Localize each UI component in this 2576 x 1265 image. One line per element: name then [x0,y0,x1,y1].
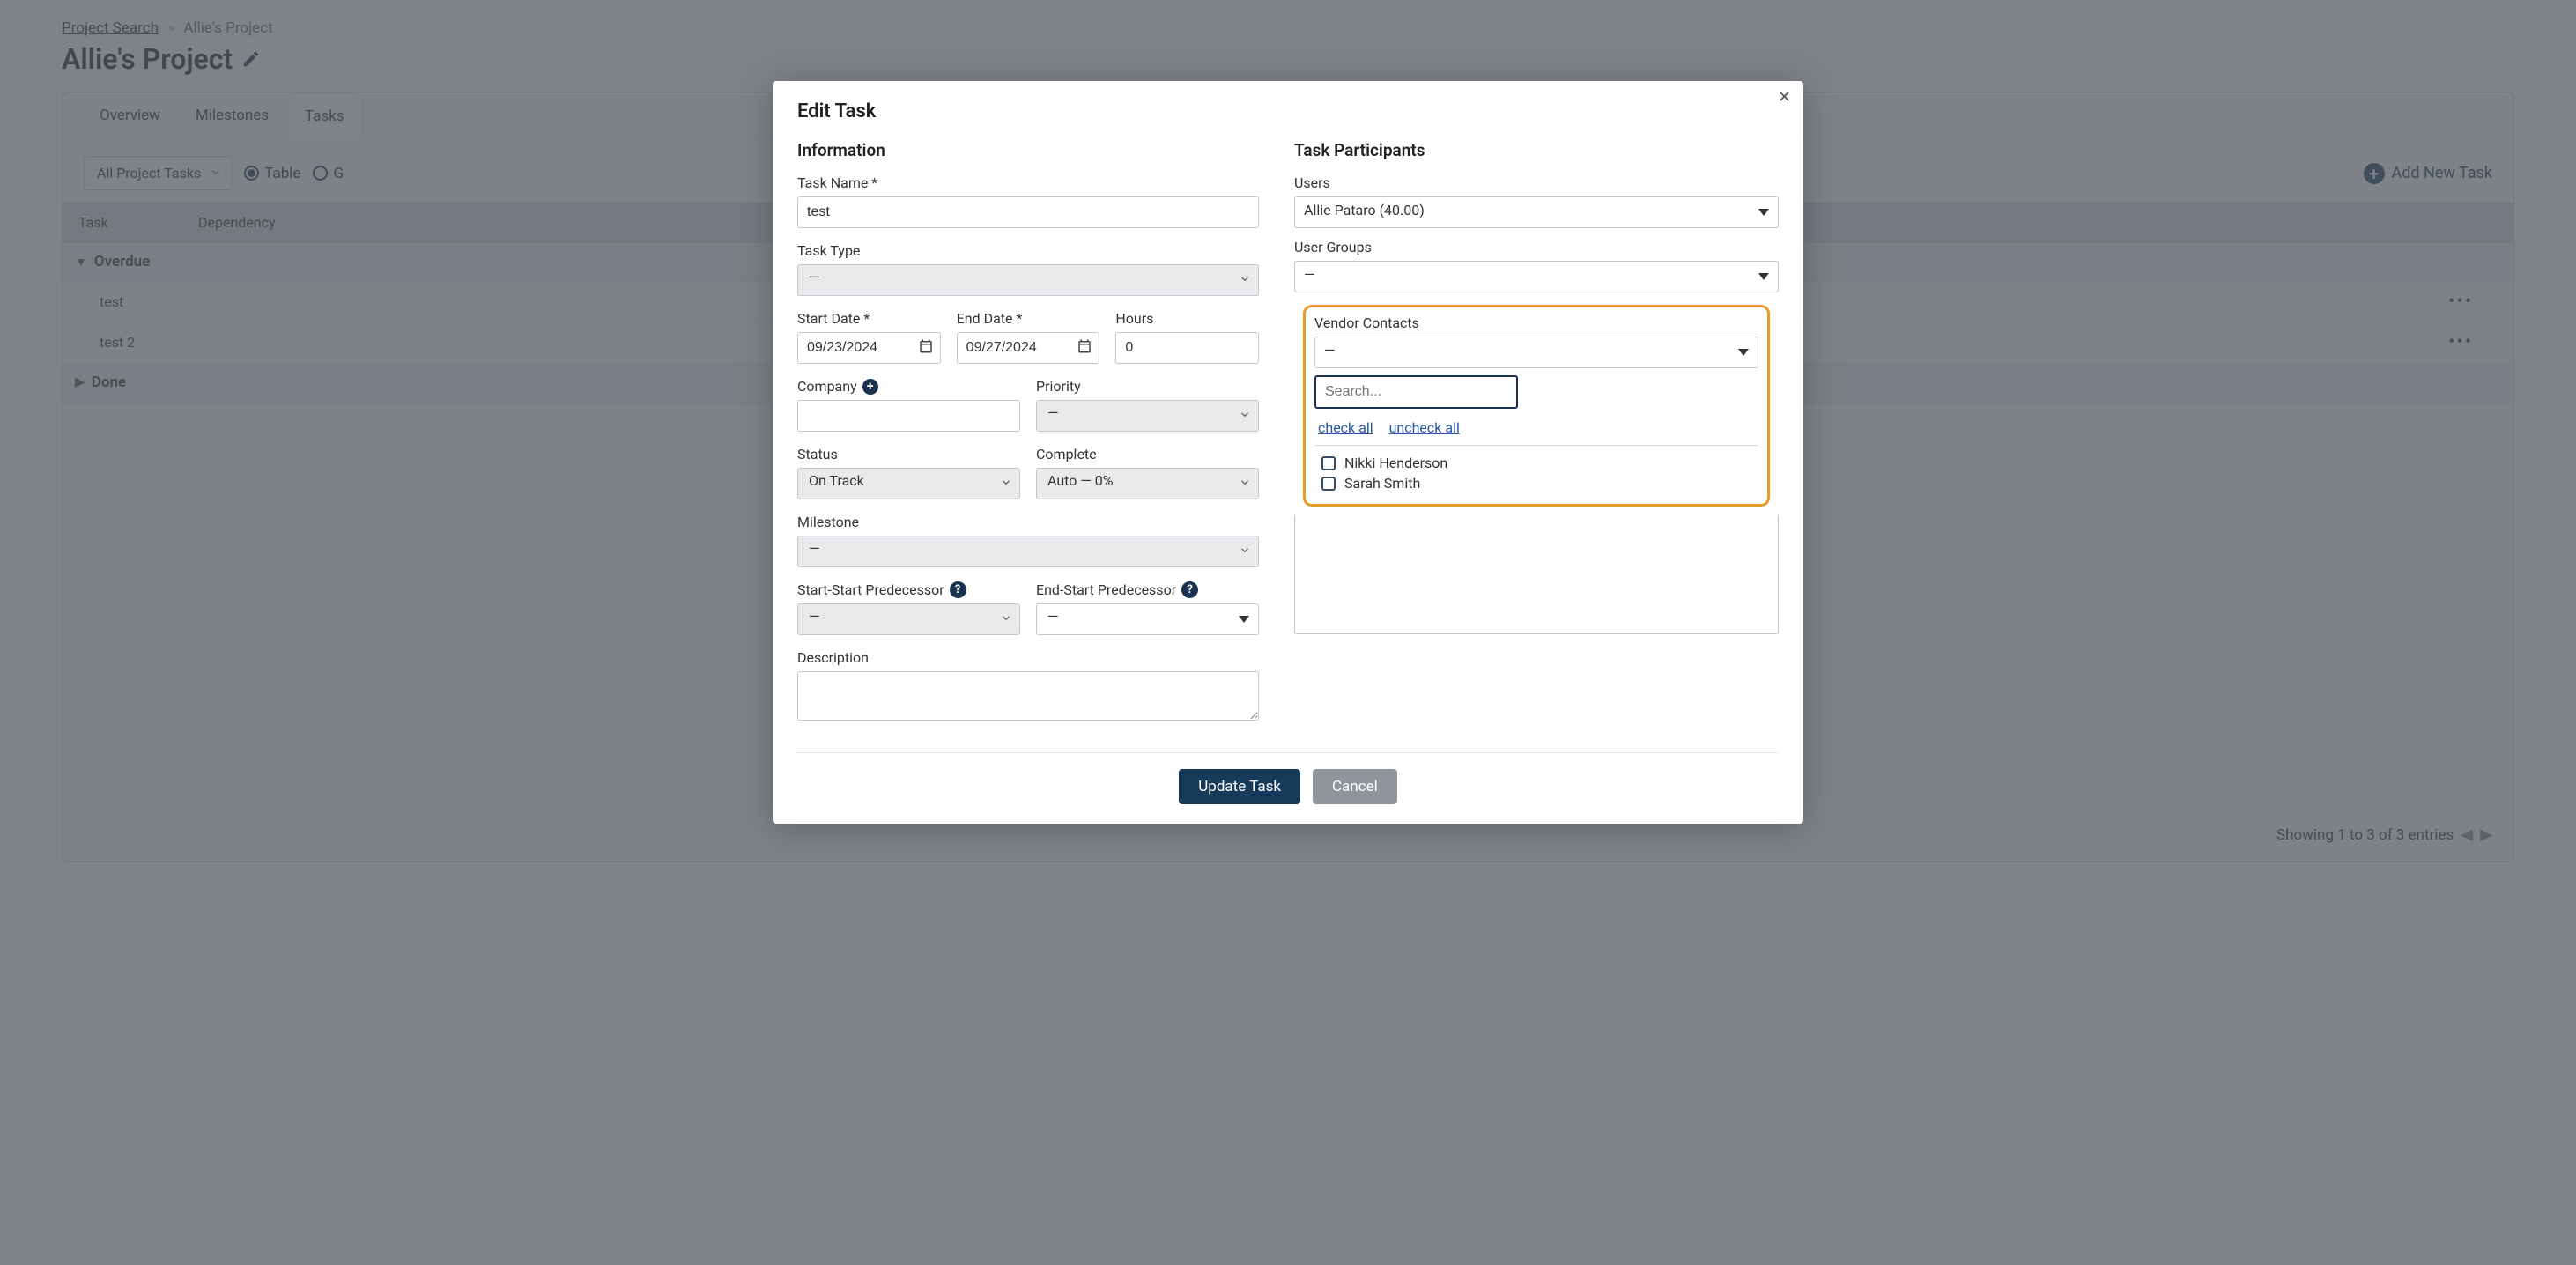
es-predecessor-select[interactable]: — [1036,603,1259,635]
task-name-label: Task Name * [797,174,1259,191]
vendor-option[interactable]: Nikki Henderson [1314,453,1758,473]
vendor-contacts-label: Vendor Contacts [1314,314,1758,331]
chevron-down-icon [1239,272,1251,289]
chevron-down-icon [1239,408,1251,425]
user-groups-value: — [1304,266,1315,283]
calendar-icon[interactable] [918,338,934,358]
vendor-contacts-value: — [1324,342,1336,359]
milestone-value: — [809,540,820,557]
priority-select[interactable]: — [1036,400,1259,432]
complete-label: Complete [1036,446,1259,462]
help-icon[interactable]: ? [1181,581,1198,598]
ss-pred-value: — [809,608,820,625]
help-icon[interactable]: ? [950,581,966,598]
chevron-down-icon [1239,544,1251,560]
checkbox-icon [1321,456,1336,470]
es-predecessor-label: End-Start Predecessor ? [1036,581,1259,598]
description-textarea[interactable] [797,671,1259,721]
task-type-select[interactable]: — [797,264,1259,296]
vendor-option[interactable]: Sarah Smith [1314,473,1758,493]
vendor-option-label: Sarah Smith [1344,475,1420,492]
modal-title: Edit Task [797,100,1779,122]
divider [797,752,1779,753]
complete-value: Auto — 0% [1047,472,1114,489]
hours-input[interactable] [1115,332,1259,364]
vendor-search-input[interactable] [1314,375,1518,409]
task-type-value: — [809,269,820,285]
plus-icon[interactable]: + [862,379,878,395]
task-name-input[interactable] [797,196,1259,228]
users-label: Users [1294,174,1779,191]
chevron-down-icon [1000,476,1012,492]
users-select[interactable]: Allie Pataro (40.00) [1294,196,1779,228]
checkbox-icon [1321,477,1336,491]
vendor-contacts-select[interactable]: — [1314,337,1758,368]
milestone-label: Milestone [797,514,1259,530]
status-label: Status [797,446,1020,462]
check-links: check all uncheck all [1318,419,1755,436]
vendor-contacts-highlight: Vendor Contacts — check all uncheck all … [1303,305,1770,507]
hours-label: Hours [1115,310,1259,327]
participants-heading: Task Participants [1294,140,1779,160]
ss-predecessor-label: Start-Start Predecessor ? [797,581,1020,598]
user-groups-select[interactable]: — [1294,261,1779,292]
edit-task-modal: ✕ Edit Task Information Task Name * Task… [773,81,1803,824]
chevron-down-icon [1000,611,1012,628]
uncheck-all-link[interactable]: uncheck all [1389,419,1460,436]
participants-container: Vendor Contacts — check all uncheck all … [1294,300,1779,634]
update-task-button[interactable]: Update Task [1179,769,1300,804]
caret-down-icon [1738,349,1749,356]
cancel-button[interactable]: Cancel [1313,769,1397,804]
calendar-icon[interactable] [1077,338,1092,358]
priority-value: — [1047,404,1059,421]
company-label-text: Company [797,378,857,395]
status-select[interactable]: On Track [797,468,1020,499]
vendor-option-label: Nikki Henderson [1344,455,1447,471]
information-heading: Information [797,140,1259,160]
end-date-label: End Date * [957,310,1100,327]
task-type-label: Task Type [797,242,1259,259]
close-icon[interactable]: ✕ [1778,88,1791,107]
complete-select[interactable]: Auto — 0% [1036,468,1259,499]
users-value: Allie Pataro (40.00) [1304,202,1425,218]
milestone-select[interactable]: — [797,536,1259,567]
company-input[interactable] [797,400,1020,432]
divider [1314,445,1758,446]
description-label: Description [797,649,1259,666]
caret-down-icon [1239,616,1249,623]
check-all-link[interactable]: check all [1318,419,1373,436]
es-pred-value: — [1047,608,1059,625]
start-date-label: Start Date * [797,310,941,327]
priority-label: Priority [1036,378,1259,395]
user-groups-label: User Groups [1294,239,1779,255]
ss-pred-label-text: Start-Start Predecessor [797,581,944,598]
ss-predecessor-select[interactable]: — [797,603,1020,635]
status-value: On Track [809,472,864,489]
company-label: Company + [797,378,1020,395]
caret-down-icon [1758,273,1769,280]
chevron-down-icon [1239,476,1251,492]
es-pred-label-text: End-Start Predecessor [1036,581,1176,598]
modal-button-row: Update Task Cancel [797,769,1779,804]
caret-down-icon [1758,209,1769,216]
